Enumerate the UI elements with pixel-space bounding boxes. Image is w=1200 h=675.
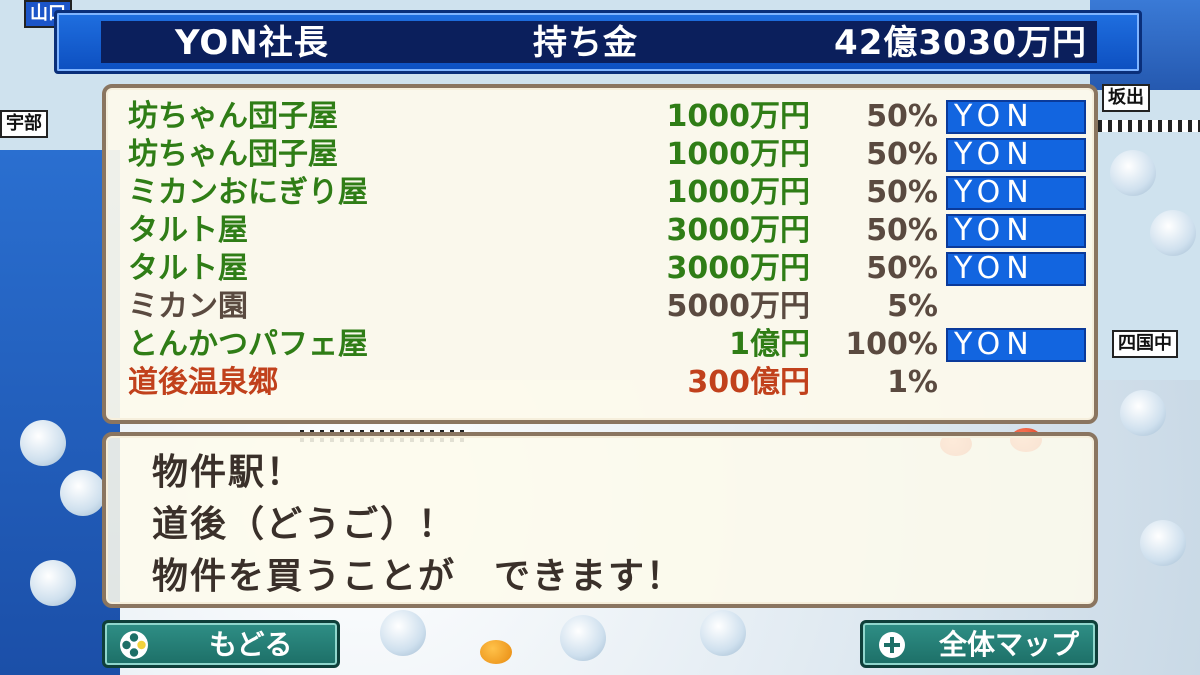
back-button-label: もどる (209, 628, 293, 661)
property-row[interactable]: とんかつパフェ屋 1億円 100% YON (106, 326, 1096, 364)
snowy-tree (560, 615, 606, 661)
station-label-right-top: 坂出 (1102, 84, 1150, 112)
property-share: 100% (845, 327, 938, 362)
property-share: 5% (887, 289, 938, 324)
money-value: 42億3030万円 (834, 23, 1087, 63)
controller-buttons-icon (120, 631, 148, 659)
property-share: 1% (887, 365, 938, 400)
owner-badge: YON (946, 214, 1086, 248)
snowy-tree (700, 610, 746, 656)
property-price: 3000万円 (666, 213, 811, 248)
overall-map-button-label: 全体マップ (939, 628, 1080, 661)
property-price: 1000万円 (666, 175, 811, 210)
owner-badge: YON (946, 100, 1086, 134)
snowy-tree (1140, 520, 1186, 566)
message-box[interactable]: 物件駅！ 道後（どうご）！ 物件を買うことが できます！ (102, 432, 1098, 608)
snowy-tree (20, 420, 66, 466)
station-label-right-mid: 四国中 (1112, 330, 1178, 358)
property-row[interactable]: タルト屋 3000万円 50% YON (106, 250, 1096, 288)
property-name: タルト屋 (128, 251, 248, 286)
property-name: ミカン園 (128, 289, 248, 324)
back-button[interactable]: もどる (102, 620, 340, 668)
money-label: 持ち金 (533, 23, 638, 63)
mikan-icon (480, 640, 512, 664)
message-line-2: 道後（どうご）！ (152, 504, 457, 545)
property-name: 坊ちゃん団子屋 (128, 137, 338, 172)
player-name: YON社長 (175, 23, 329, 63)
overall-map-button[interactable]: 全体マップ (860, 620, 1098, 668)
property-price: 3000万円 (666, 251, 811, 286)
railway-track (1098, 120, 1200, 132)
property-share: 50% (866, 175, 938, 210)
property-price: 1億円 (729, 327, 810, 362)
snowy-tree (380, 610, 426, 656)
property-row[interactable]: ミカンおにぎり屋 1000万円 50% YON (106, 174, 1096, 212)
property-share: 50% (866, 251, 938, 286)
owner-badge: YON (946, 176, 1086, 210)
owner-badge: YON (946, 138, 1086, 172)
owner-badge: YON (946, 252, 1086, 286)
property-row[interactable]: ミカン園 5000万円 5% (106, 288, 1096, 326)
property-name: 道後温泉郷 (128, 365, 278, 400)
property-name: タルト屋 (128, 213, 248, 248)
property-row[interactable]: 坊ちゃん団子屋 1000万円 50% YON (106, 98, 1096, 136)
property-price: 1000万円 (666, 137, 811, 172)
property-name: ミカンおにぎり屋 (128, 175, 368, 210)
property-share: 50% (866, 213, 938, 248)
snowy-tree (1110, 150, 1156, 196)
property-row[interactable]: 道後温泉郷 300億円 1% (106, 364, 1096, 402)
message-line-3: 物件を買うことが できます！ (152, 556, 685, 597)
property-price: 300億円 (687, 365, 810, 400)
property-row[interactable]: タルト屋 3000万円 50% YON (106, 212, 1096, 250)
snowy-tree (30, 560, 76, 606)
property-name: 坊ちゃん団子屋 (128, 99, 338, 134)
snowy-tree (1150, 210, 1196, 256)
property-name: とんかつパフェ屋 (128, 327, 368, 362)
property-share: 50% (866, 99, 938, 134)
property-share: 50% (866, 137, 938, 172)
plus-circle-icon (879, 632, 905, 658)
snowy-tree (1120, 390, 1166, 436)
message-line-1: 物件駅！ (152, 452, 305, 493)
property-price: 1000万円 (666, 99, 811, 134)
property-price: 5000万円 (666, 289, 811, 324)
property-row[interactable]: 坊ちゃん団子屋 1000万円 50% YON (106, 136, 1096, 174)
snowy-tree (60, 470, 106, 516)
property-list-panel: 坊ちゃん団子屋 1000万円 50% YON 坊ちゃん団子屋 1000万円 50… (102, 84, 1098, 424)
station-label-left-mid: 宇部 (0, 110, 48, 138)
player-money-header: YON社長 持ち金 42億3030万円 (54, 10, 1142, 74)
owner-badge: YON (946, 328, 1086, 362)
